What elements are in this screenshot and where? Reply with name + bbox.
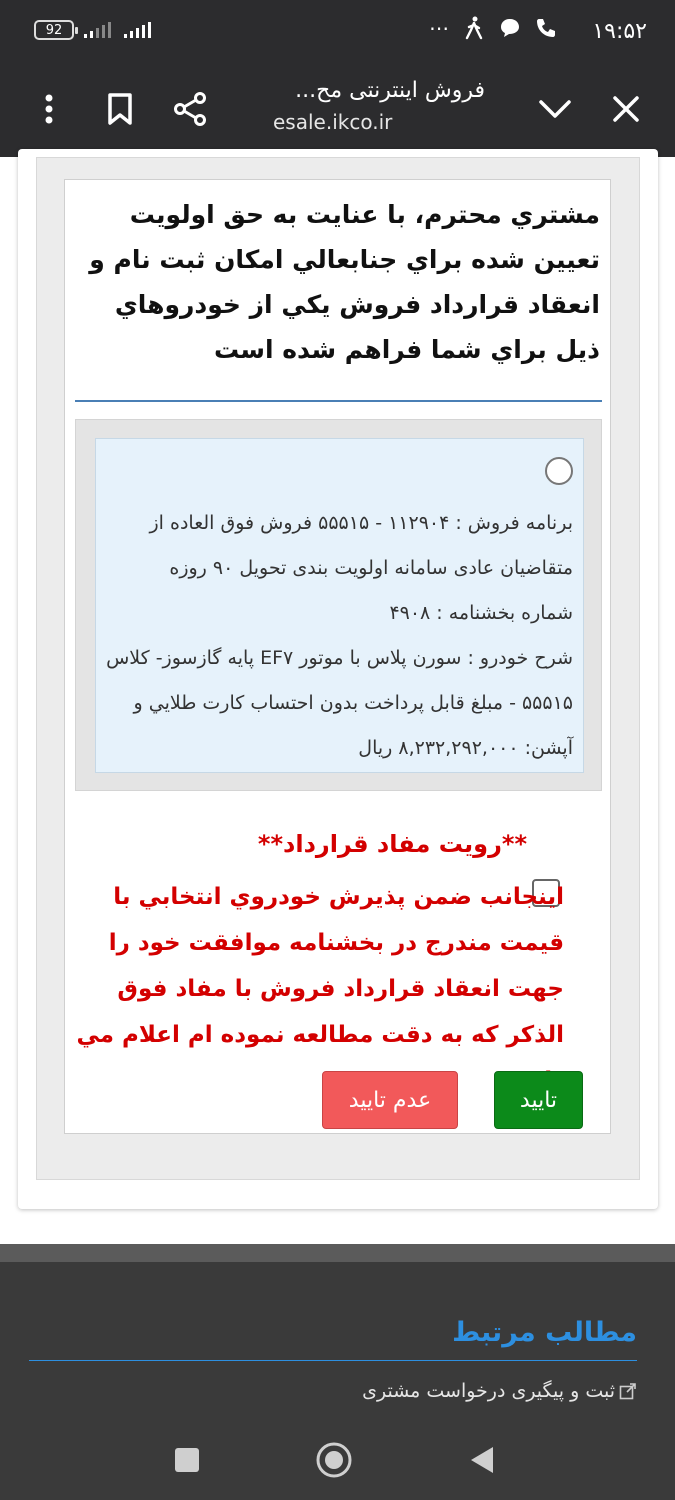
- navigation-bar: [0, 1420, 675, 1500]
- contract-review-title: **رويت مفاد قرارداد**: [257, 830, 527, 858]
- expand-button[interactable]: [530, 84, 580, 134]
- status-bar: 92 ⋯ ۱۹:۵۲: [0, 0, 675, 62]
- square-icon: [175, 1448, 199, 1472]
- external-link-icon: [619, 1383, 636, 1400]
- footer-separator: [0, 1244, 675, 1262]
- reject-button[interactable]: عدم تاييد: [322, 1071, 458, 1129]
- battery-indicator: 92: [34, 20, 78, 40]
- car-option-radio[interactable]: [545, 457, 573, 485]
- related-title: مطالب مرتبط: [452, 1317, 637, 1348]
- back-button[interactable]: [460, 1438, 504, 1482]
- agreement-text: اينجانب ضمن پذيرش خودروي انتخابي با قيمت…: [76, 884, 564, 1094]
- home-circle-icon: [316, 1442, 352, 1478]
- related-link-label: ثبت و پیگیری درخواست مشتری: [362, 1380, 615, 1402]
- close-button[interactable]: [601, 84, 651, 134]
- circular-number: شماره بخشنامه : ۴۹۰۸: [389, 602, 573, 624]
- footer: مطالب مرتبط ثبت و پیگیری درخواست مشتری: [0, 1262, 675, 1420]
- divider: [75, 400, 602, 402]
- share-icon: [174, 92, 206, 126]
- share-button[interactable]: [165, 84, 215, 134]
- form-box: مشتري محترم، با عنايت به حق اولويت تعيين…: [64, 179, 611, 1134]
- sale-program: برنامه فروش : ۱۱۲۹۰۴ - ۵۵۵۱۵ فروش فوق ال…: [149, 512, 574, 579]
- status-right-icons: ⋯: [429, 16, 557, 40]
- car-options-list: برنامه فروش : ۱۱۲۹۰۴ - ۵۵۵۱۵ فروش فوق ال…: [75, 419, 602, 791]
- battery-level: 92: [45, 22, 63, 38]
- menu-button[interactable]: [24, 84, 74, 134]
- intro-message: مشتري محترم، با عنايت به حق اولويت تعيين…: [89, 200, 600, 364]
- browser-toolbar: فروش اینترنتی مح... esale.ikco.ir: [0, 62, 675, 157]
- chevron-down-icon: [539, 100, 571, 118]
- vertical-dots-icon: [45, 94, 53, 124]
- back-triangle-icon: [471, 1447, 493, 1473]
- related-divider: [29, 1360, 637, 1361]
- page-title: فروش اینترنتی مح...: [295, 78, 485, 103]
- bookmark-icon: [108, 93, 132, 125]
- page-content: مشتري محترم، با عنايت به حق اولويت تعيين…: [0, 149, 675, 1217]
- car-option[interactable]: برنامه فروش : ۱۱۲۹۰۴ - ۵۵۵۱۵ فروش فوق ال…: [95, 438, 584, 773]
- related-link[interactable]: ثبت و پیگیری درخواست مشتری: [362, 1380, 637, 1402]
- clock: ۱۹:۵۲: [592, 19, 647, 44]
- confirm-button[interactable]: تاييد: [494, 1071, 583, 1129]
- car-description: شرح خودرو : سورن پلاس با موتور EF۷ پایه …: [106, 647, 573, 759]
- walking-icon: [465, 16, 483, 40]
- signal-icon: [84, 22, 111, 38]
- status-left-icons: 92: [34, 20, 154, 40]
- bookmark-button[interactable]: [95, 84, 145, 134]
- chat-bubble-icon: [501, 19, 519, 37]
- more-dots-icon: ⋯: [429, 16, 449, 40]
- home-button[interactable]: [312, 1438, 356, 1482]
- page-url[interactable]: esale.ikco.ir: [273, 110, 392, 134]
- recent-apps-button[interactable]: [165, 1438, 209, 1482]
- signal-icon-2: [124, 22, 151, 38]
- car-option-details: برنامه فروش : ۱۱۲۹۰۴ - ۵۵۵۱۵ فروش فوق ال…: [103, 501, 573, 771]
- close-icon: [613, 96, 639, 122]
- phone-icon: [537, 19, 555, 37]
